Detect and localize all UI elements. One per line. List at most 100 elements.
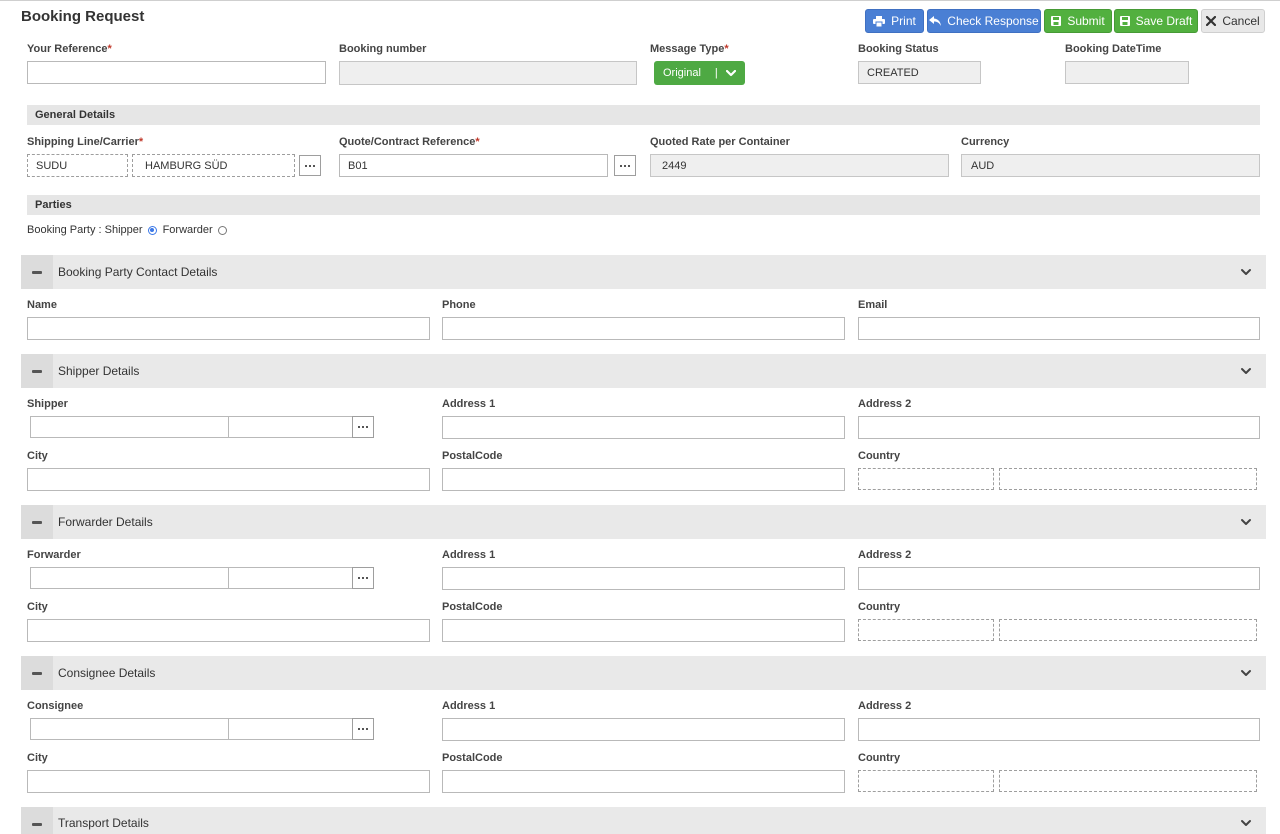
save-draft-button[interactable]: Save Draft: [1114, 9, 1198, 33]
shipper-postal-input[interactable]: [442, 468, 845, 491]
required-mark: *: [475, 136, 480, 148]
currency-field: AUD: [961, 154, 1260, 177]
consignee-address1-label: Address 1: [442, 700, 496, 712]
shipper-postal-label: PostalCode: [442, 450, 503, 462]
consignee-country-name-field[interactable]: [999, 770, 1257, 792]
collapse-icon[interactable]: [21, 807, 53, 834]
consignee-city-input[interactable]: [27, 770, 430, 793]
forwarder-address2-label: Address 2: [858, 549, 912, 561]
contact-email-input[interactable]: [858, 317, 1260, 340]
your-reference-label-text: Your Reference: [27, 43, 108, 55]
transport-details-title: Transport Details: [58, 816, 149, 830]
forwarder-postal-label: PostalCode: [442, 601, 503, 613]
chevron-down-icon[interactable]: [1240, 365, 1252, 377]
forwarder-city-input[interactable]: [27, 619, 430, 642]
forwarder-details-panel-header[interactable]: Forwarder Details: [21, 505, 1266, 539]
contact-details-panel-header[interactable]: Booking Party Contact Details: [21, 255, 1266, 289]
consignee-details-panel-header[interactable]: Consignee Details: [21, 656, 1266, 690]
shipper-address1-input[interactable]: [442, 416, 845, 439]
forwarder-address1-input[interactable]: [442, 567, 845, 590]
forwarder-radio[interactable]: [217, 225, 227, 235]
forwarder-address2-input[interactable]: [858, 567, 1260, 590]
your-reference-input[interactable]: [27, 61, 326, 84]
shipper-radio[interactable]: [147, 225, 157, 235]
quote-reference-input[interactable]: B01: [339, 154, 608, 177]
transport-details-panel-header[interactable]: Transport Details: [21, 807, 1266, 834]
shipper-country-name-field[interactable]: [999, 468, 1257, 490]
chevron-down-icon[interactable]: [1240, 667, 1252, 679]
forwarder-name-input[interactable]: [228, 567, 353, 589]
carrier-lookup-button[interactable]: [299, 155, 321, 176]
shipper-address1-label: Address 1: [442, 398, 496, 410]
consignee-address2-label: Address 2: [858, 700, 912, 712]
ellipsis-icon: [358, 426, 360, 428]
carrier-name-field[interactable]: HAMBURG SÜD: [132, 154, 295, 177]
contact-name-label: Name: [27, 299, 57, 311]
forwarder-country-name-field[interactable]: [999, 619, 1257, 641]
forwarder-lookup-button[interactable]: [352, 567, 374, 589]
collapse-icon[interactable]: [21, 354, 53, 388]
quote-reference-label-text: Quote/Contract Reference: [339, 136, 476, 148]
print-button[interactable]: Print: [865, 9, 924, 33]
shipper-country-code-field[interactable]: [858, 468, 994, 490]
quote-lookup-button[interactable]: [614, 155, 636, 176]
consignee-address1-input[interactable]: [442, 718, 845, 741]
booking-number-field: [339, 61, 637, 85]
consignee-address2-input[interactable]: [858, 718, 1260, 741]
booking-number-label: Booking number: [339, 43, 427, 55]
ellipsis-icon: [624, 164, 626, 167]
chevron-down-icon: [725, 69, 736, 76]
carrier-label-text: Shipping Line/Carrier: [27, 136, 139, 148]
save-icon: [1051, 16, 1062, 26]
shipper-address2-input[interactable]: [858, 416, 1260, 439]
shipper-details-panel-header[interactable]: Shipper Details: [21, 354, 1266, 388]
consignee-lookup-button[interactable]: [352, 718, 374, 740]
shipper-name-input[interactable]: [228, 416, 353, 438]
forwarder-postal-input[interactable]: [442, 619, 845, 642]
required-mark: *: [107, 43, 112, 55]
carrier-code-field[interactable]: SUDU: [27, 154, 128, 177]
message-type-label-text: Message Type: [650, 43, 725, 55]
ellipsis-icon: [362, 577, 364, 579]
shipper-city-input[interactable]: [27, 468, 430, 491]
top-divider: [0, 0, 1280, 1]
submit-button[interactable]: Submit: [1044, 9, 1112, 33]
contact-phone-input[interactable]: [442, 317, 845, 340]
consignee-country-code-field[interactable]: [858, 770, 994, 792]
forwarder-country-label: Country: [858, 601, 901, 613]
ellipsis-icon: [313, 164, 315, 167]
collapse-icon[interactable]: [21, 505, 53, 539]
required-mark: *: [724, 43, 729, 55]
consignee-name-input[interactable]: [228, 718, 353, 740]
your-reference-label: Your Reference*: [27, 43, 112, 55]
ellipsis-icon: [366, 426, 368, 428]
consignee-details-title: Consignee Details: [58, 666, 156, 680]
page-title: Booking Request: [21, 8, 145, 25]
chevron-down-icon[interactable]: [1240, 817, 1252, 829]
general-details-heading: General Details: [27, 105, 1260, 125]
chevron-down-icon[interactable]: [1240, 516, 1252, 528]
currency-label: Currency: [961, 136, 1010, 148]
ellipsis-icon: [305, 164, 307, 167]
ellipsis-icon: [620, 164, 622, 167]
shipper-lookup-button[interactable]: [352, 416, 374, 438]
collapse-icon[interactable]: [21, 255, 53, 289]
message-type-value: Original: [663, 67, 701, 79]
chevron-down-icon[interactable]: [1240, 266, 1252, 278]
contact-phone-label: Phone: [442, 299, 476, 311]
check-response-button[interactable]: Check Response: [927, 9, 1041, 33]
forwarder-country-code-field[interactable]: [858, 619, 994, 641]
parties-heading: Parties: [27, 195, 1260, 215]
consignee-code-input[interactable]: [30, 718, 229, 740]
contact-details-title: Booking Party Contact Details: [58, 265, 218, 279]
contact-name-input[interactable]: [27, 317, 430, 340]
cancel-button[interactable]: Cancel: [1201, 9, 1265, 33]
quoted-rate-label: Quoted Rate per Container: [650, 136, 790, 148]
collapse-icon[interactable]: [21, 656, 53, 690]
print-label: Print: [891, 14, 916, 28]
shipper-code-input[interactable]: [30, 416, 229, 438]
forwarder-code-input[interactable]: [30, 567, 229, 589]
message-type-dropdown[interactable]: Original |: [654, 61, 745, 85]
consignee-postal-input[interactable]: [442, 770, 845, 793]
booking-status-field: CREATED: [858, 61, 981, 84]
